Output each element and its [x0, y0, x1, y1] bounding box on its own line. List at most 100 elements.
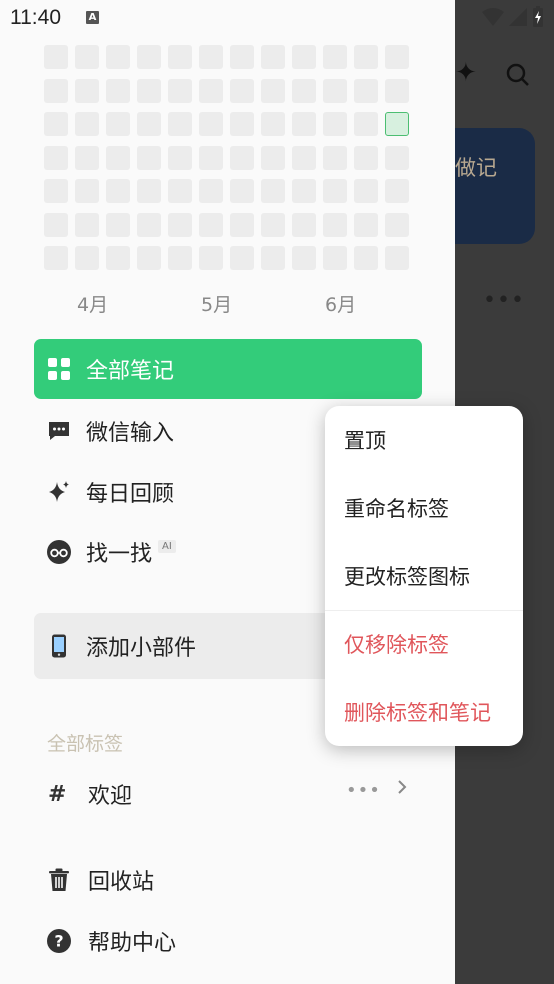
heatmap-cell	[168, 179, 192, 203]
heatmap-cell	[230, 246, 254, 270]
menu-item-remove-tag-only[interactable]: 仅移除标签	[325, 610, 523, 678]
heatmap-month-label: 4月	[77, 294, 109, 316]
notification-icon: A	[86, 11, 99, 24]
heatmap-cell-active	[385, 112, 409, 136]
heatmap-cell	[199, 112, 223, 136]
trash-button[interactable]: 回收站	[34, 852, 422, 908]
heatmap-cell	[230, 45, 254, 69]
help-center-button[interactable]: ? 帮助中心	[34, 913, 422, 969]
heatmap-cell	[75, 78, 99, 103]
nav-item-label: 每日回顾	[86, 482, 175, 507]
heatmap-cell	[354, 246, 378, 270]
heatmap-cell	[323, 212, 347, 237]
heatmap-cell	[199, 78, 223, 103]
heatmap-cell	[292, 179, 316, 203]
heatmap-cell	[230, 145, 254, 170]
menu-item-pin[interactable]: 置顶	[325, 406, 523, 474]
heatmap-cell	[168, 45, 192, 69]
heatmap-cell	[75, 246, 99, 270]
heatmap-cell	[168, 212, 192, 237]
heatmap-cell	[261, 212, 285, 237]
heatmap-cell	[199, 45, 223, 69]
heatmap-cell	[137, 246, 161, 270]
help-center-label: 帮助中心	[88, 931, 177, 956]
heatmap-cell	[292, 246, 316, 270]
heatmap-cell	[199, 212, 223, 237]
heatmap-cell	[75, 145, 99, 170]
sparkle-icon	[46, 479, 72, 505]
heatmap-cell	[75, 112, 99, 136]
heatmap-cell	[106, 78, 130, 103]
heatmap-cell	[323, 45, 347, 69]
add-widget-label: 添加小部件	[86, 636, 197, 661]
status-time: 11:40	[10, 6, 61, 29]
trash-label: 回收站	[88, 870, 155, 895]
nav-item-label: 全部笔记	[86, 359, 175, 384]
heatmap-cell	[106, 179, 130, 203]
heatmap-cell	[323, 112, 347, 136]
tag-more-icon[interactable]: •••	[346, 780, 381, 801]
more-icon: •••	[483, 288, 525, 313]
background-card-text: 做记	[455, 156, 497, 180]
heatmap-cell	[323, 246, 347, 270]
heatmap-cell	[137, 145, 161, 170]
heatmap-cell	[230, 78, 254, 103]
heatmap-cell	[44, 145, 68, 170]
menu-item-rename-tag[interactable]: 重命名标签	[325, 474, 523, 542]
heatmap-month-label: 5月	[201, 294, 233, 316]
heatmap-cell	[385, 212, 409, 237]
sparkle-icon: ✦	[455, 58, 477, 88]
heatmap-cell	[261, 112, 285, 136]
tags-section-title: 全部标签	[47, 733, 124, 755]
status-icons	[482, 6, 544, 28]
heatmap-cell	[44, 212, 68, 237]
nav-item-all-notes[interactable]: 全部笔记	[34, 339, 422, 399]
chevron-right-icon[interactable]	[396, 778, 408, 800]
heatmap-cell	[75, 179, 99, 203]
heatmap-cell	[44, 45, 68, 69]
heatmap-cell	[292, 45, 316, 69]
tag-context-menu: 置顶 重命名标签 更改标签图标 仅移除标签 删除标签和笔记	[325, 406, 523, 746]
heatmap-cell	[354, 179, 378, 203]
heatmap-cell	[385, 246, 409, 270]
heatmap-cell	[261, 179, 285, 203]
heatmap-cell	[354, 78, 378, 103]
menu-item-delete-tag-and-notes[interactable]: 删除标签和笔记	[325, 678, 523, 746]
nav-item-label: 找一找	[86, 542, 153, 567]
heatmap-cell	[323, 179, 347, 203]
heatmap-cell	[261, 78, 285, 103]
heatmap-cell	[385, 179, 409, 203]
heatmap-cell	[354, 45, 378, 69]
heatmap-cell	[168, 78, 192, 103]
heatmap-cell	[292, 145, 316, 170]
heatmap-cell	[137, 78, 161, 103]
heatmap-cell	[354, 112, 378, 136]
heatmap-cell	[44, 78, 68, 103]
battery-icon	[533, 6, 543, 27]
tag-item-welcome[interactable]: # 欢迎 •••	[34, 762, 422, 826]
heatmap-cell	[385, 78, 409, 103]
menu-item-change-tag-icon[interactable]: 更改标签图标	[325, 542, 523, 610]
heatmap-cell	[292, 212, 316, 237]
help-icon: ?	[46, 928, 72, 954]
heatmap-cell	[261, 45, 285, 69]
heatmap-cell	[137, 112, 161, 136]
heatmap-cell	[292, 78, 316, 103]
heatmap-cell	[385, 45, 409, 69]
heatmap-cell	[75, 45, 99, 69]
hash-icon: #	[48, 781, 67, 807]
chat-bubble-icon	[46, 418, 72, 444]
svg-text:?: ?	[54, 932, 63, 951]
heatmap-cell	[168, 246, 192, 270]
background-card: 做记	[455, 128, 535, 244]
heatmap-month-label: 6月	[325, 294, 357, 316]
heatmap-cell	[230, 112, 254, 136]
heatmap-cell	[106, 212, 130, 237]
grid-icon	[46, 356, 72, 382]
status-bar: 11:40 A	[0, 0, 554, 36]
tag-label: 欢迎	[88, 784, 133, 809]
heatmap-cell	[354, 145, 378, 170]
heatmap-cell	[75, 212, 99, 237]
heatmap-cell	[323, 78, 347, 103]
wifi-icon	[482, 8, 504, 26]
